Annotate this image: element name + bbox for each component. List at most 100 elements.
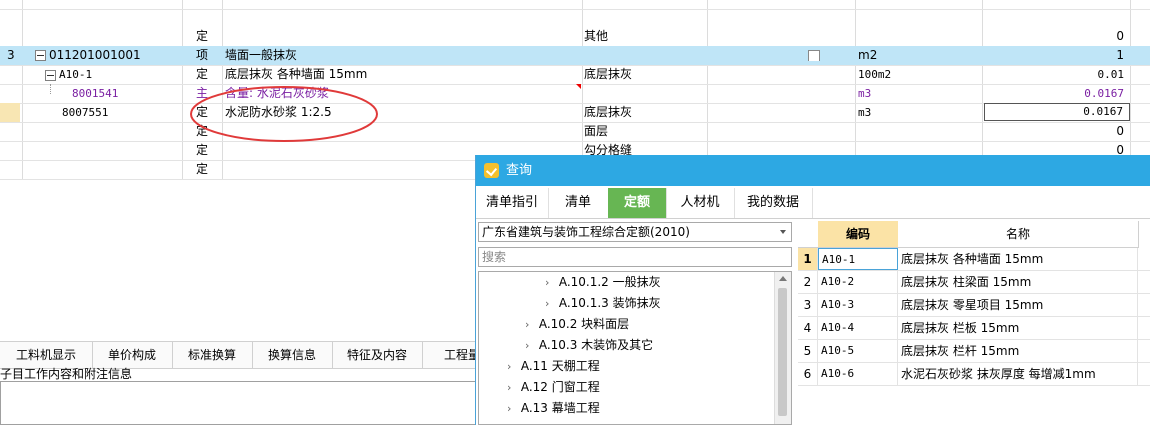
table-row[interactable]: 1 A10-1 底层抹灰 各种墙面 15mm	[798, 248, 1150, 271]
row-index: 5	[798, 340, 818, 362]
row-name: 墙面一般抹灰	[225, 48, 298, 62]
tab-my-data[interactable]: 我的数据	[734, 188, 813, 218]
qty-edit-cell[interactable]: 0.0167	[984, 103, 1130, 121]
row-name: 水泥石灰砂浆 抹灰厚度 每增减1mm	[898, 363, 1138, 385]
search-input[interactable]: 搜索	[478, 247, 792, 267]
quota-grid: 定 其他 0 3 011201001001 项 墙面一般抹灰 m2 1 A10-…	[0, 0, 1150, 180]
row-unit: m2	[858, 48, 878, 62]
table-row[interactable]: 2 A10-2 底层抹灰 柱梁面 15mm	[798, 271, 1150, 294]
table-row[interactable]: 定 其他 0	[0, 27, 1150, 47]
row-name: 底层抹灰 柱梁面 15mm	[898, 271, 1138, 293]
row-code: A10-6	[818, 363, 898, 385]
tree-node-label: A.10.3 木装饰及其它	[538, 338, 654, 352]
row-name: 底层抹灰 栏板 15mm	[898, 317, 1138, 339]
row-unit: m3	[858, 106, 872, 119]
table-row[interactable]: 8001541 主 含量: 水泥石灰砂浆 m3 0.0167	[0, 84, 1150, 104]
row-index: 2	[798, 271, 818, 293]
row-spec: 底层抹灰	[584, 67, 633, 81]
tab-bill-guide[interactable]: 清单指引	[476, 188, 549, 218]
tree-node[interactable]: › A.12 门窗工程	[507, 377, 600, 398]
tree-node[interactable]: › A.10.3 木装饰及其它	[525, 335, 653, 356]
chevron-right-icon[interactable]: ›	[525, 335, 535, 356]
row-type: 项	[196, 48, 209, 62]
tree-node[interactable]: › A.10.1.3 装饰抹灰	[545, 293, 661, 314]
chevron-right-icon[interactable]: ›	[507, 356, 517, 377]
table-row[interactable]: 6 A10-6 水泥石灰砂浆 抹灰厚度 每增减1mm	[798, 363, 1150, 386]
row-spec: 其他	[584, 29, 609, 43]
row-checkbox[interactable]	[808, 50, 820, 61]
column-header-index	[798, 221, 819, 248]
detail-tab-bar: 工料机显示 单价构成 标准换算 换算信息 特征及内容 工程量	[0, 341, 480, 369]
chevron-right-icon[interactable]: ›	[545, 293, 555, 314]
tab-quota[interactable]: 定额	[608, 188, 667, 218]
table-row-selected[interactable]: 3 011201001001 项 墙面一般抹灰 m2 1	[0, 46, 1150, 66]
row-type: 定	[196, 29, 209, 43]
tab-unit-price[interactable]: 单价构成	[92, 342, 173, 368]
table-row[interactable]: 3 A10-3 底层抹灰 零星项目 15mm	[798, 294, 1150, 317]
row-code: A10-1	[45, 65, 92, 84]
tree-node-label: A.10.1.3 装饰抹灰	[558, 296, 661, 310]
table-row[interactable]: 定 面层 0	[0, 122, 1150, 142]
chevron-right-icon[interactable]: ›	[507, 398, 517, 419]
row-code: A10-4	[818, 317, 898, 339]
row-name: 底层抹灰 各种墙面 15mm	[225, 67, 368, 81]
tab-features[interactable]: 特征及内容	[332, 342, 423, 368]
quota-results-table: 编码 名称 1 A10-1 底层抹灰 各种墙面 15mm 2 A10-2 底层抹…	[798, 221, 1150, 425]
table-row[interactable]: A10-1 定 底层抹灰 各种墙面 15mm 底层抹灰 100m2 0.01	[0, 65, 1150, 85]
tab-material-display[interactable]: 工料机显示	[0, 342, 93, 368]
row-type: 定	[196, 162, 209, 176]
work-info-textarea[interactable]	[0, 381, 476, 425]
tab-conversion-info[interactable]: 换算信息	[252, 342, 333, 368]
row-spec: 底层抹灰	[584, 105, 633, 119]
table-row[interactable]: 4 A10-4 底层抹灰 栏板 15mm	[798, 317, 1150, 340]
chevron-right-icon[interactable]: ›	[507, 377, 517, 398]
tree-node[interactable]: › A.10.1.2 一般抹灰	[545, 272, 661, 293]
tree-scrollbar[interactable]	[774, 272, 791, 424]
chevron-right-icon[interactable]: ›	[525, 314, 535, 335]
row-name: 底层抹灰 栏杆 15mm	[898, 340, 1138, 362]
row-num: 3	[7, 48, 15, 62]
red-marker-icon	[576, 84, 581, 89]
row-spec: 面层	[584, 124, 609, 138]
collapse-icon[interactable]	[35, 50, 46, 61]
row-index: 3	[798, 294, 818, 316]
table-row[interactable]: 8007551 定 水泥防水砂浆 1:2.5 底层抹灰 m3 0.0167	[0, 103, 1150, 123]
query-app-icon	[484, 163, 499, 178]
dialog-tab-bar: 清单指引 清单 定额 人材机 我的数据	[476, 188, 1150, 219]
dialog-title: 查询	[506, 163, 533, 178]
quota-library-select[interactable]: 广东省建筑与装饰工程综合定额(2010)	[478, 222, 792, 242]
tree-node-label: A.13 幕墙工程	[520, 401, 600, 415]
row-code: 8001541	[72, 87, 119, 100]
scroll-up-icon[interactable]	[779, 276, 787, 281]
query-dialog: 查询 清单指引 清单 定额 人材机 我的数据 广东省建筑与装饰工程综合定额(20…	[475, 155, 1150, 425]
dialog-titlebar[interactable]: 查询	[476, 155, 1150, 186]
work-info-label: 子目工作内容和附注信息	[0, 367, 133, 381]
table-row[interactable]	[0, 0, 1150, 10]
tab-materials[interactable]: 人材机	[666, 188, 735, 218]
chevron-down-icon[interactable]	[780, 230, 786, 234]
row-index: 1	[798, 248, 818, 270]
row-code-text: A10-1	[59, 68, 93, 81]
tab-standard-conversion[interactable]: 标准换算	[172, 342, 253, 368]
row-code: A10-5	[818, 340, 898, 362]
collapse-icon[interactable]	[45, 69, 56, 81]
row-qty: 0.01	[1097, 68, 1125, 81]
row-code: A10-1	[818, 248, 898, 270]
chevron-right-icon[interactable]: ›	[545, 272, 555, 293]
row-code: 8007551	[62, 106, 109, 119]
tab-bill[interactable]: 清单	[548, 188, 609, 218]
row-code: A10-2	[818, 271, 898, 293]
row-unit: 100m2	[858, 68, 892, 81]
tree-node[interactable]: › A.10.2 块料面层	[525, 314, 629, 335]
row-indicator	[0, 103, 20, 122]
quota-library-value: 广东省建筑与装饰工程综合定额(2010)	[482, 225, 690, 239]
column-header-name[interactable]: 名称	[898, 221, 1139, 248]
chapter-tree: › A.10.1.2 一般抹灰 › A.10.1.3 装饰抹灰 › A.10.2…	[478, 271, 792, 425]
scroll-thumb[interactable]	[778, 288, 787, 416]
highlight-ellipse	[190, 86, 378, 142]
tree-node[interactable]: › A.11 天棚工程	[507, 356, 600, 377]
row-index: 4	[798, 317, 818, 339]
table-row[interactable]: 5 A10-5 底层抹灰 栏杆 15mm	[798, 340, 1150, 363]
tree-node[interactable]: › A.13 幕墙工程	[507, 398, 600, 419]
column-header-code[interactable]: 编码	[818, 221, 899, 248]
